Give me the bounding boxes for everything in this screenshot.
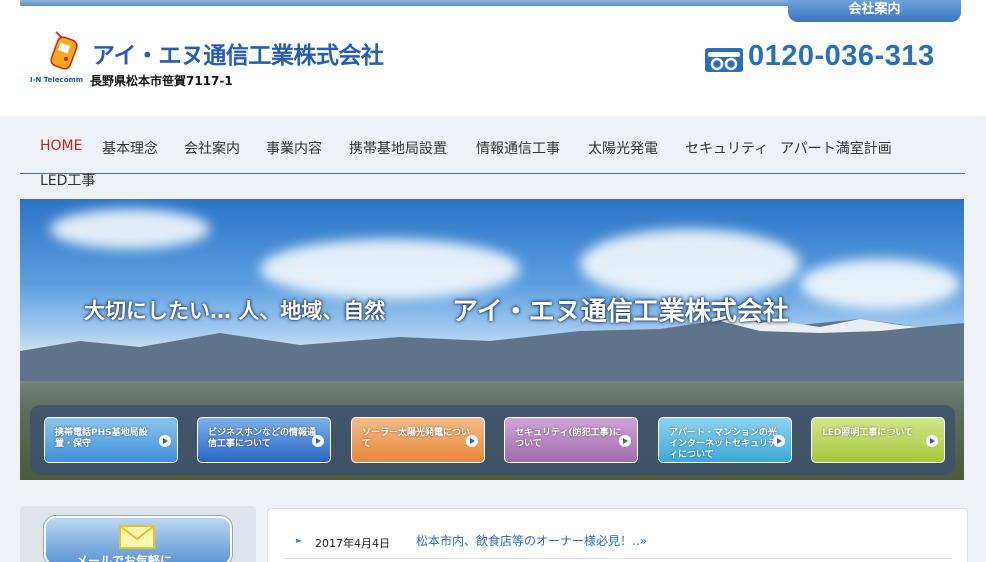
news-link[interactable]: 松本市内、飲食店等のオーナー様必見！..» — [416, 532, 647, 549]
service-label: ソーラー太陽光発電について — [362, 428, 471, 449]
nav-business[interactable]: 事業内容 — [266, 138, 322, 158]
nav-home[interactable]: HOME — [40, 138, 82, 154]
nav-base-station[interactable]: 携帯基地局設置 — [349, 138, 447, 158]
arrow-right-icon — [159, 435, 171, 447]
service-label: セキュリティ(防犯工事)について — [515, 428, 622, 449]
arrow-right-icon — [466, 435, 478, 447]
service-label: ビジネスホンなどの情報通信工事について — [208, 428, 317, 449]
service-label: 携帯電話PHS基地局設置・保守 — [55, 428, 148, 449]
cloud — [260, 239, 520, 299]
service-led-button[interactable]: LED照明工事について — [811, 417, 945, 463]
arrow-right-icon — [312, 435, 324, 447]
phone-logo-icon — [50, 31, 78, 70]
cloud — [50, 209, 210, 249]
service-telecom-button[interactable]: ビジネスホンなどの情報通信工事について — [197, 417, 331, 463]
company-address: 長野県松本市笹賀7117-1 — [90, 74, 233, 88]
main-nav: HOME 基本理念 会社案内 事業内容 携帯基地局設置 情報通信工事 太陽光発電… — [20, 126, 965, 189]
news-divider — [284, 558, 952, 559]
phone-number[interactable]: 0120-036-313 — [748, 40, 935, 73]
bullet-arrow-icon: ► — [296, 536, 303, 545]
arrow-right-icon — [773, 435, 785, 447]
nav-telecom[interactable]: 情報通信工事 — [476, 138, 560, 158]
mail-contact-label: メールでお気軽に — [76, 554, 173, 562]
service-label: アパート・マンションの光インターネットセキュリティについて — [669, 428, 778, 460]
service-base-station-button[interactable]: 携帯電話PHS基地局設置・保守 — [44, 417, 178, 463]
cloud — [580, 229, 800, 299]
cloud — [800, 259, 960, 309]
company-name: アイ・エヌ通信工業株式会社 — [92, 43, 384, 69]
brand-small: I-N Telecomm — [30, 76, 84, 84]
arrow-right-icon — [619, 435, 631, 447]
nav-solar[interactable]: 太陽光発電 — [588, 138, 658, 158]
hero-banner: 大切にしたい… 人、地域、自然 アイ・エヌ通信工業株式会社 携帯電話PHS基地局… — [20, 199, 964, 480]
nav-philosophy[interactable]: 基本理念 — [102, 138, 158, 158]
freedial-icon — [705, 48, 743, 72]
hero-slogan: 大切にしたい… 人、地域、自然 — [84, 299, 386, 323]
service-label: LED照明工事について — [822, 428, 914, 438]
nav-led[interactable]: LED工事 — [40, 170, 95, 190]
mail-contact-button[interactable]: メールでお気軽に — [44, 516, 232, 562]
news-date: 2017年4月4日 — [315, 537, 390, 550]
envelope-icon — [119, 525, 155, 549]
hero-company-name: アイ・エヌ通信工業株式会社 — [452, 297, 789, 327]
service-solar-button[interactable]: ソーラー太陽光発電について — [351, 417, 485, 463]
company-tab-button[interactable]: 会社案内 — [788, 0, 961, 22]
service-panel: 携帯電話PHS基地局設置・保守 ビジネスホンなどの情報通信工事について ソーラー… — [30, 405, 955, 475]
service-apartment-button[interactable]: アパート・マンションの光インターネットセキュリティについて — [658, 417, 792, 463]
nav-company[interactable]: 会社案内 — [184, 138, 240, 158]
service-security-button[interactable]: セキュリティ(防犯工事)について — [504, 417, 638, 463]
nav-security[interactable]: セキュリティ — [685, 138, 768, 158]
arrow-right-icon — [926, 435, 938, 447]
nav-apartment[interactable]: アパート満室計画 — [780, 138, 892, 158]
